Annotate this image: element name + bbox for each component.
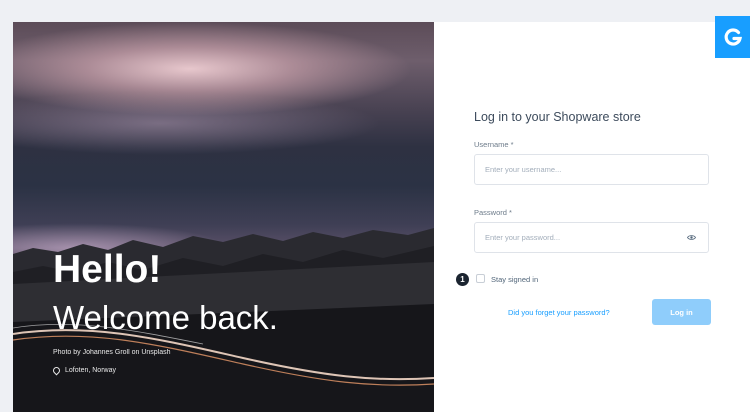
password-input[interactable]: [475, 223, 685, 252]
step-badge: 1: [456, 273, 469, 286]
login-title: Log in to your Shopware store: [474, 110, 641, 124]
photo-location: Lofoten, Norway: [51, 365, 116, 376]
hero-greeting: Hello!: [53, 248, 162, 291]
login-button[interactable]: Log in: [652, 299, 711, 325]
username-label: Username *: [474, 140, 514, 149]
password-label: Password *: [474, 208, 512, 217]
location-pin-icon: [51, 365, 62, 376]
username-field[interactable]: [474, 154, 709, 185]
hero-image: Hello! Welcome back. Photo by Johannes G…: [13, 22, 434, 412]
stay-signed-in-checkbox[interactable]: [476, 274, 485, 283]
app-frame: Hello! Welcome back. Photo by Johannes G…: [13, 22, 750, 412]
shopware-logo-icon: [715, 16, 750, 58]
forgot-password-link[interactable]: Did you forget your password?: [508, 308, 610, 317]
stay-signed-in-label[interactable]: Stay signed in: [491, 275, 538, 284]
photo-credit: Photo by Johannes Groll on Unsplash: [53, 349, 171, 356]
eye-icon[interactable]: [687, 234, 696, 241]
hero-welcome: Welcome back.: [53, 299, 278, 336]
password-field[interactable]: [474, 222, 709, 253]
photo-location-label: Lofoten, Norway: [65, 367, 116, 374]
username-input[interactable]: [475, 155, 685, 184]
